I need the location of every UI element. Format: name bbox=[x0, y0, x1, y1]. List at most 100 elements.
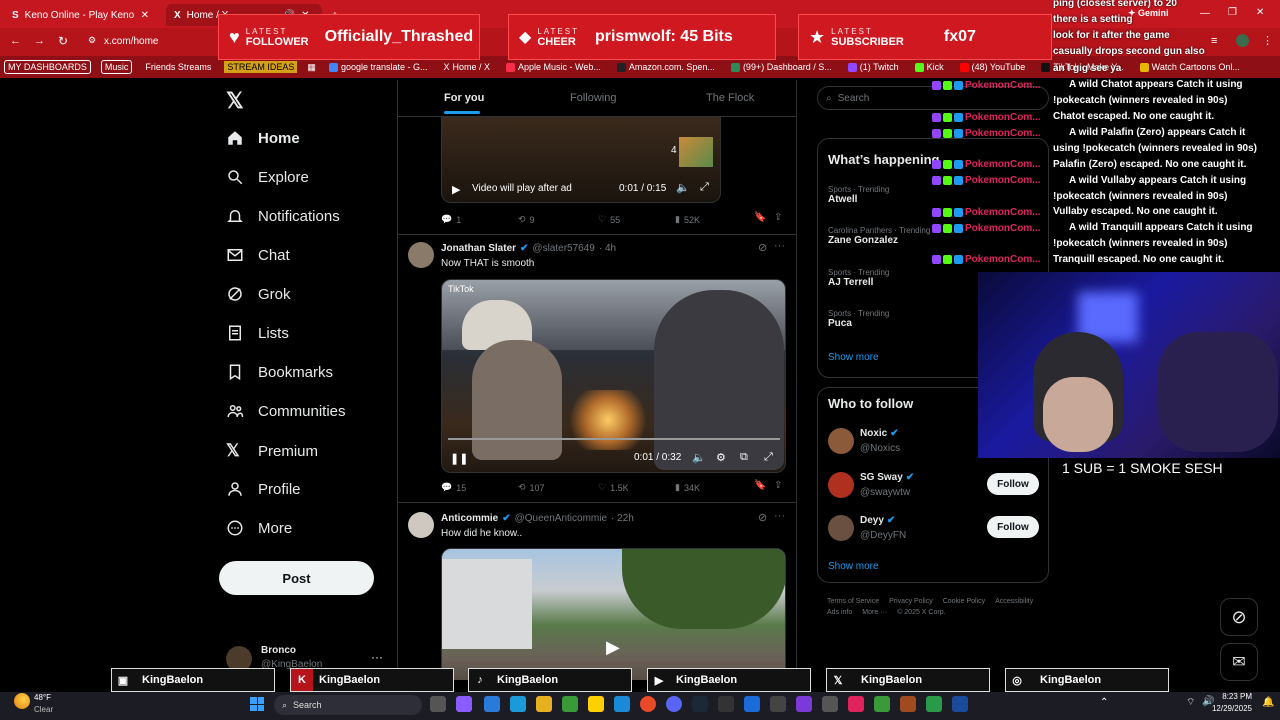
trend-item[interactable]: Sports · Trending Puca bbox=[828, 309, 889, 329]
bookmark[interactable]: (48) YouTube bbox=[957, 61, 1029, 73]
grok-icon[interactable]: ⊘ bbox=[758, 241, 767, 254]
sticky-notes-icon[interactable] bbox=[588, 696, 604, 712]
clock-time[interactable]: 8:23 PM bbox=[1212, 692, 1252, 701]
bookmark[interactable]: Friends Streams bbox=[142, 61, 214, 73]
share-icon[interactable]: ⇪ bbox=[774, 480, 782, 491]
nav-profile[interactable]: Profile bbox=[226, 480, 301, 498]
footer-link[interactable]: Cookie Policy bbox=[943, 598, 985, 605]
nav-chat[interactable]: Chat bbox=[226, 246, 290, 264]
user-avatar[interactable] bbox=[828, 515, 854, 541]
tab-for-you[interactable]: For you bbox=[444, 92, 484, 104]
weather-temp[interactable]: 48°F bbox=[34, 693, 51, 702]
nav-notifications[interactable]: Notifications bbox=[226, 207, 340, 225]
taskbar-search[interactable]: ⌕ Search bbox=[274, 695, 422, 715]
repost-count[interactable]: ⟲ 107 bbox=[518, 482, 545, 493]
nav-more[interactable]: More bbox=[226, 519, 292, 537]
forward-icon[interactable]: → bbox=[34, 35, 45, 47]
tiktok-studio-icon[interactable] bbox=[848, 696, 864, 712]
tab-keno[interactable]: S Keno Online - Play Keno Game ✕ bbox=[4, 4, 162, 26]
bookmark-folder[interactable]: MY DASHBOARDS bbox=[4, 60, 91, 74]
account-menu-icon[interactable]: ··· bbox=[371, 650, 383, 664]
view-count[interactable]: ▮ 52K bbox=[675, 214, 700, 225]
settings-icon[interactable]: ⚙ bbox=[716, 451, 726, 464]
outlook-icon[interactable] bbox=[510, 696, 526, 712]
post-menu-icon[interactable]: ··· bbox=[774, 510, 785, 522]
x-logo-icon[interactable]: 𝕏 bbox=[226, 88, 244, 114]
post-button[interactable]: Post bbox=[219, 561, 374, 595]
volume-icon[interactable]: 🔈 bbox=[692, 451, 706, 464]
bookmark[interactable]: X Home / X bbox=[440, 61, 493, 73]
footer-link[interactable]: Ads info bbox=[827, 609, 852, 616]
show-more-link[interactable]: Show more bbox=[828, 561, 879, 572]
app-icon[interactable] bbox=[900, 696, 916, 712]
bookmark[interactable]: (99+) Dashboard / S... bbox=[728, 61, 835, 73]
footer-link[interactable]: Accessibility bbox=[995, 598, 1033, 605]
bookmark[interactable]: Kick bbox=[912, 61, 947, 73]
steam-icon[interactable] bbox=[692, 696, 708, 712]
tab-following[interactable]: Following bbox=[570, 92, 616, 104]
pause-icon[interactable]: ❚❚ bbox=[450, 452, 468, 465]
user-avatar[interactable] bbox=[828, 428, 854, 454]
footer-link[interactable]: More ··· bbox=[862, 609, 887, 616]
wifi-icon[interactable]: ⌔ bbox=[1186, 696, 1195, 709]
show-more-link[interactable]: Show more bbox=[828, 352, 879, 363]
progress-track[interactable] bbox=[448, 438, 780, 440]
bookmark-folder[interactable]: Music bbox=[100, 60, 133, 74]
reply-count[interactable]: 💬 15 bbox=[441, 482, 466, 493]
close-window-icon[interactable]: ✕ bbox=[1256, 7, 1264, 18]
author-avatar[interactable] bbox=[408, 512, 434, 538]
app-icon[interactable] bbox=[952, 696, 968, 712]
epic-games-icon[interactable] bbox=[718, 696, 734, 712]
chevron-up-icon[interactable]: ⌃ bbox=[1100, 697, 1108, 708]
nav-communities[interactable]: Communities bbox=[226, 402, 346, 420]
author-handle[interactable]: @QueenAnticommie bbox=[515, 513, 607, 524]
video-player[interactable]: TikTok ❚❚ 0:01 / 0:32 🔈 ⚙ ⧉ ⤢ bbox=[441, 279, 786, 473]
suggested-user[interactable]: SG Sway ✔ bbox=[860, 472, 914, 483]
footer-link[interactable]: Terms of Service bbox=[827, 598, 879, 605]
nvidia-icon[interactable] bbox=[562, 696, 578, 712]
profile-avatar[interactable] bbox=[1236, 34, 1249, 47]
play-icon[interactable]: ▶ bbox=[606, 637, 620, 658]
back-icon[interactable]: ← bbox=[10, 35, 21, 47]
nav-bookmarks[interactable]: Bookmarks bbox=[226, 363, 333, 381]
view-count[interactable]: ▮ 34K bbox=[675, 482, 700, 493]
author-name[interactable]: Jonathan Slater bbox=[441, 243, 516, 254]
fullscreen-icon[interactable]: ⤢ bbox=[764, 451, 773, 464]
clock-date[interactable]: 12/29/2025 bbox=[1208, 704, 1252, 713]
share-icon[interactable]: ⇪ bbox=[774, 212, 782, 223]
messages-fab[interactable]: ✉ bbox=[1220, 643, 1258, 681]
footer-link[interactable]: Privacy Policy bbox=[889, 598, 933, 605]
battlenet-icon[interactable] bbox=[744, 696, 760, 712]
bookmark[interactable]: Apple Music - Web... bbox=[503, 61, 604, 73]
kebab-menu-icon[interactable]: ⋮ bbox=[1262, 34, 1273, 47]
nav-premium[interactable]: 𝕏 Premium bbox=[226, 441, 318, 461]
app-icon[interactable] bbox=[796, 696, 812, 712]
app-icon[interactable] bbox=[822, 696, 838, 712]
address-bar[interactable]: x.com/home bbox=[104, 36, 158, 47]
notification-bell-icon[interactable]: 🔔 bbox=[1262, 697, 1274, 708]
nav-grok[interactable]: Grok bbox=[226, 285, 291, 303]
like-count[interactable]: ♡ 55 bbox=[598, 214, 620, 225]
follow-button[interactable]: Follow bbox=[987, 516, 1039, 538]
bookmark[interactable]: google translate - G... bbox=[326, 61, 431, 73]
menu-list-icon[interactable]: ≡ bbox=[1211, 35, 1217, 47]
reload-icon[interactable]: ↻ bbox=[58, 34, 68, 48]
trend-item[interactable]: Carolina Panthers · Trending Zane Gonzale… bbox=[828, 226, 930, 246]
apps-grid-icon[interactable]: ▦ bbox=[307, 62, 316, 73]
tab-the-flock[interactable]: The Flock bbox=[706, 92, 754, 104]
bookmark-icon[interactable]: 🔖 bbox=[754, 480, 766, 491]
author-name[interactable]: Anticommie bbox=[441, 513, 498, 524]
like-count[interactable]: ♡ 1.5K bbox=[598, 482, 629, 493]
app-icon[interactable] bbox=[770, 696, 786, 712]
repost-count[interactable]: ⟲ 9 bbox=[518, 214, 535, 225]
app-icon[interactable] bbox=[874, 696, 890, 712]
account-name[interactable]: Bronco bbox=[261, 645, 296, 656]
author-handle[interactable]: @slater57649 bbox=[532, 243, 594, 254]
video-player[interactable]: 4 ▶ Video will play after ad 0:01 / 0:15… bbox=[441, 117, 721, 203]
pip-icon[interactable]: ⧉ bbox=[740, 451, 748, 464]
follow-button[interactable]: Follow bbox=[987, 473, 1039, 495]
nav-lists[interactable]: Lists bbox=[226, 324, 289, 342]
video-player[interactable]: ▶ bbox=[441, 548, 786, 680]
store-icon[interactable] bbox=[484, 696, 500, 712]
user-avatar[interactable] bbox=[828, 472, 854, 498]
